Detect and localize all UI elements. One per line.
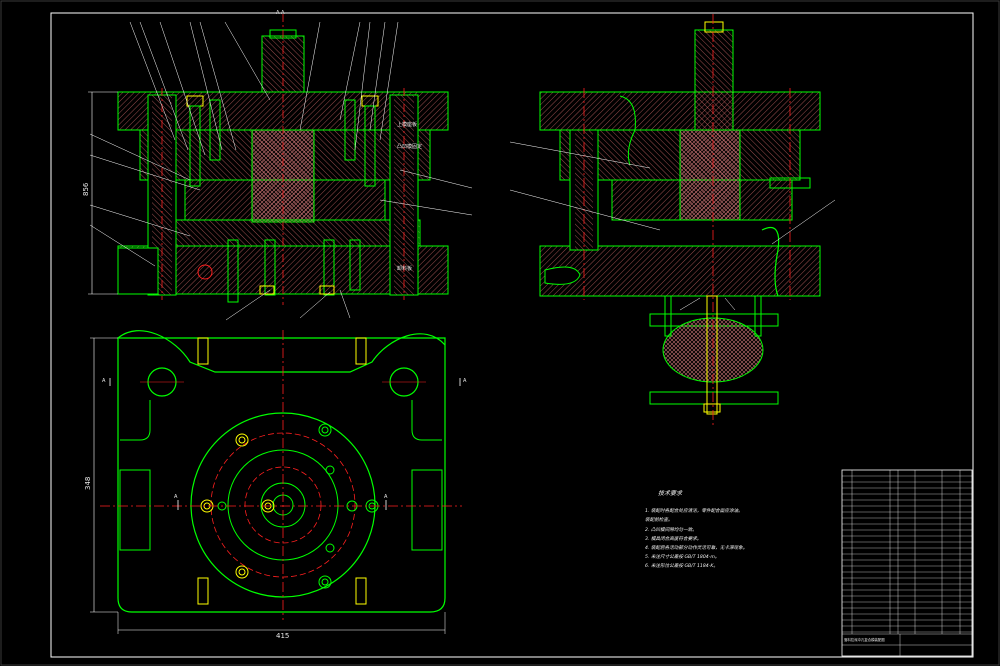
section-mark-left: A <box>102 378 106 384</box>
section-mark-bottom-right: A <box>384 494 388 500</box>
tech-req-item-6: 5. 未注尺寸公差按 GB/T 1804-m。 <box>645 554 719 560</box>
tech-req-item-5: 4. 装配后各活动部分动作灵活可靠，无卡滞现象。 <box>645 545 747 551</box>
tech-req-item-7: 6. 未注形位公差按 GB/T 1184-K。 <box>645 563 718 569</box>
plan-view: A A A A 348 415 <box>84 330 467 640</box>
tech-req-title: 技术要求 <box>658 489 683 497</box>
cad-drawing-sheet: 856 A-A 上模座板 凸凹模固定 卸料板 A A A A 348 415 技… <box>0 0 1000 666</box>
plan-height-dimension: 348 <box>84 477 92 490</box>
technical-requirements: 技术要求 1. 装配时各配合处应清洁，零件配合面应涂油。 装配前检查。 2. 凸… <box>645 489 747 569</box>
front-label-1: 上模座板 <box>397 121 417 128</box>
section-mark-bottom-left: A <box>174 494 178 500</box>
front-section-view: 856 A-A 上模座板 凸凹模固定 卸料板 <box>82 10 473 321</box>
section-mark-right: A <box>463 378 467 384</box>
front-label-2: 凸凹模固定 <box>397 143 422 150</box>
plan-width-dimension: 415 <box>276 632 289 640</box>
tech-req-item-1: 1. 装配时各配合处应清洁，零件配合面应涂油。 <box>645 508 743 514</box>
front-height-dimension: 856 <box>82 182 90 196</box>
side-section-view <box>509 14 836 428</box>
tech-req-item-3: 2. 凸凹模间隙均匀一致。 <box>645 527 697 533</box>
title-block: 落料拉深冲孔复合模装配图 <box>841 469 973 657</box>
front-label-3: 卸料板 <box>397 265 412 272</box>
section-label-top: A-A <box>276 10 285 16</box>
tech-req-item-4: 3. 模具闭合高度符合要求。 <box>645 536 701 542</box>
title-block-caption: 落料拉深冲孔复合模装配图 <box>844 637 885 642</box>
tech-req-item-2: 装配前检查。 <box>645 517 673 523</box>
